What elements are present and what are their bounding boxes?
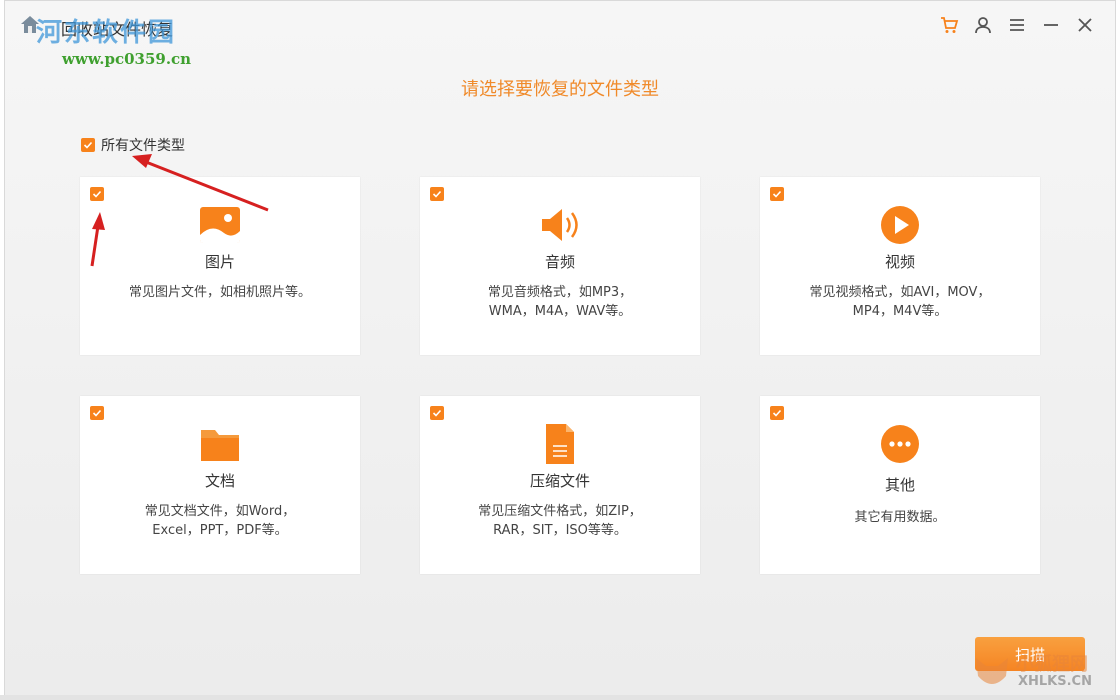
user-icon[interactable] xyxy=(971,13,995,37)
checkbox-checked-icon[interactable] xyxy=(430,187,444,201)
archive-file-icon xyxy=(546,424,574,464)
category-description: 常见压缩文件格式，如ZIP， RAR，SIT，ISO等等。 xyxy=(478,504,642,538)
category-title: 音频 xyxy=(544,253,575,271)
close-icon[interactable] xyxy=(1073,13,1097,37)
speaker-icon xyxy=(542,209,578,241)
play-icon xyxy=(881,206,919,244)
menu-icon[interactable] xyxy=(1005,13,1029,37)
category-title: 其他 xyxy=(884,476,915,494)
scan-button[interactable]: 扫描 xyxy=(975,637,1085,671)
category-title: 文档 xyxy=(204,472,235,490)
category-description: 常见视频格式，如AVI，MOV， MP4，M4V等。 xyxy=(809,285,991,319)
more-icon xyxy=(881,425,919,463)
app-window: 回收站文件恢复 请选择要恢复的文件类型 所有文件类型 图片 常见图片文件，如相机… xyxy=(4,0,1116,696)
category-card-audio[interactable]: 音频 常见音频格式，如MP3， WMA，M4A，WAV等。 xyxy=(420,177,700,355)
all-file-types-label: 所有文件类型 xyxy=(101,138,185,154)
category-description: 常见文档文件，如Word， Excel，PPT，PDF等。 xyxy=(144,504,296,538)
category-card-archives[interactable]: 压缩文件 常见压缩文件格式，如ZIP， RAR，SIT，ISO等等。 xyxy=(420,396,700,574)
bottom-strip xyxy=(0,695,1120,700)
category-title: 压缩文件 xyxy=(529,472,590,490)
image-icon xyxy=(200,207,240,243)
checkbox-checked-icon[interactable] xyxy=(90,187,104,201)
window-controls xyxy=(937,13,1097,37)
category-description: 常见图片文件，如相机照片等。 xyxy=(128,285,311,300)
checkbox-checked-icon[interactable] xyxy=(770,187,784,201)
checkbox-checked-icon[interactable] xyxy=(90,406,104,420)
category-description: 常见音频格式，如MP3， WMA，M4A，WAV等。 xyxy=(487,285,633,319)
minimize-icon[interactable] xyxy=(1039,13,1063,37)
category-card-documents[interactable]: 文档 常见文档文件，如Word， Excel，PPT，PDF等。 xyxy=(80,396,360,574)
title-bar: 回收站文件恢复 xyxy=(5,1,1115,49)
checkbox-checked-icon[interactable] xyxy=(770,406,784,420)
checkbox-checked-icon[interactable] xyxy=(81,138,95,152)
checkbox-checked-icon[interactable] xyxy=(430,406,444,420)
category-title: 视频 xyxy=(884,253,915,271)
category-card-images[interactable]: 图片 常见图片文件，如相机照片等。 xyxy=(80,177,360,355)
app-logo-icon xyxy=(21,16,39,33)
folder-icon xyxy=(201,430,239,461)
category-card-other[interactable]: 其他 其它有用数据。 xyxy=(760,396,1040,574)
cart-icon[interactable] xyxy=(937,13,961,37)
all-file-types-checkbox[interactable]: 所有文件类型 xyxy=(81,135,185,155)
window-title: 回收站文件恢复 xyxy=(61,20,174,39)
category-card-video[interactable]: 视频 常见视频格式，如AVI，MOV， MP4，M4V等。 xyxy=(760,177,1040,355)
page-heading: 请选择要恢复的文件类型 xyxy=(461,79,659,100)
category-description: 其它有用数据。 xyxy=(854,510,946,525)
category-title: 图片 xyxy=(204,253,235,271)
